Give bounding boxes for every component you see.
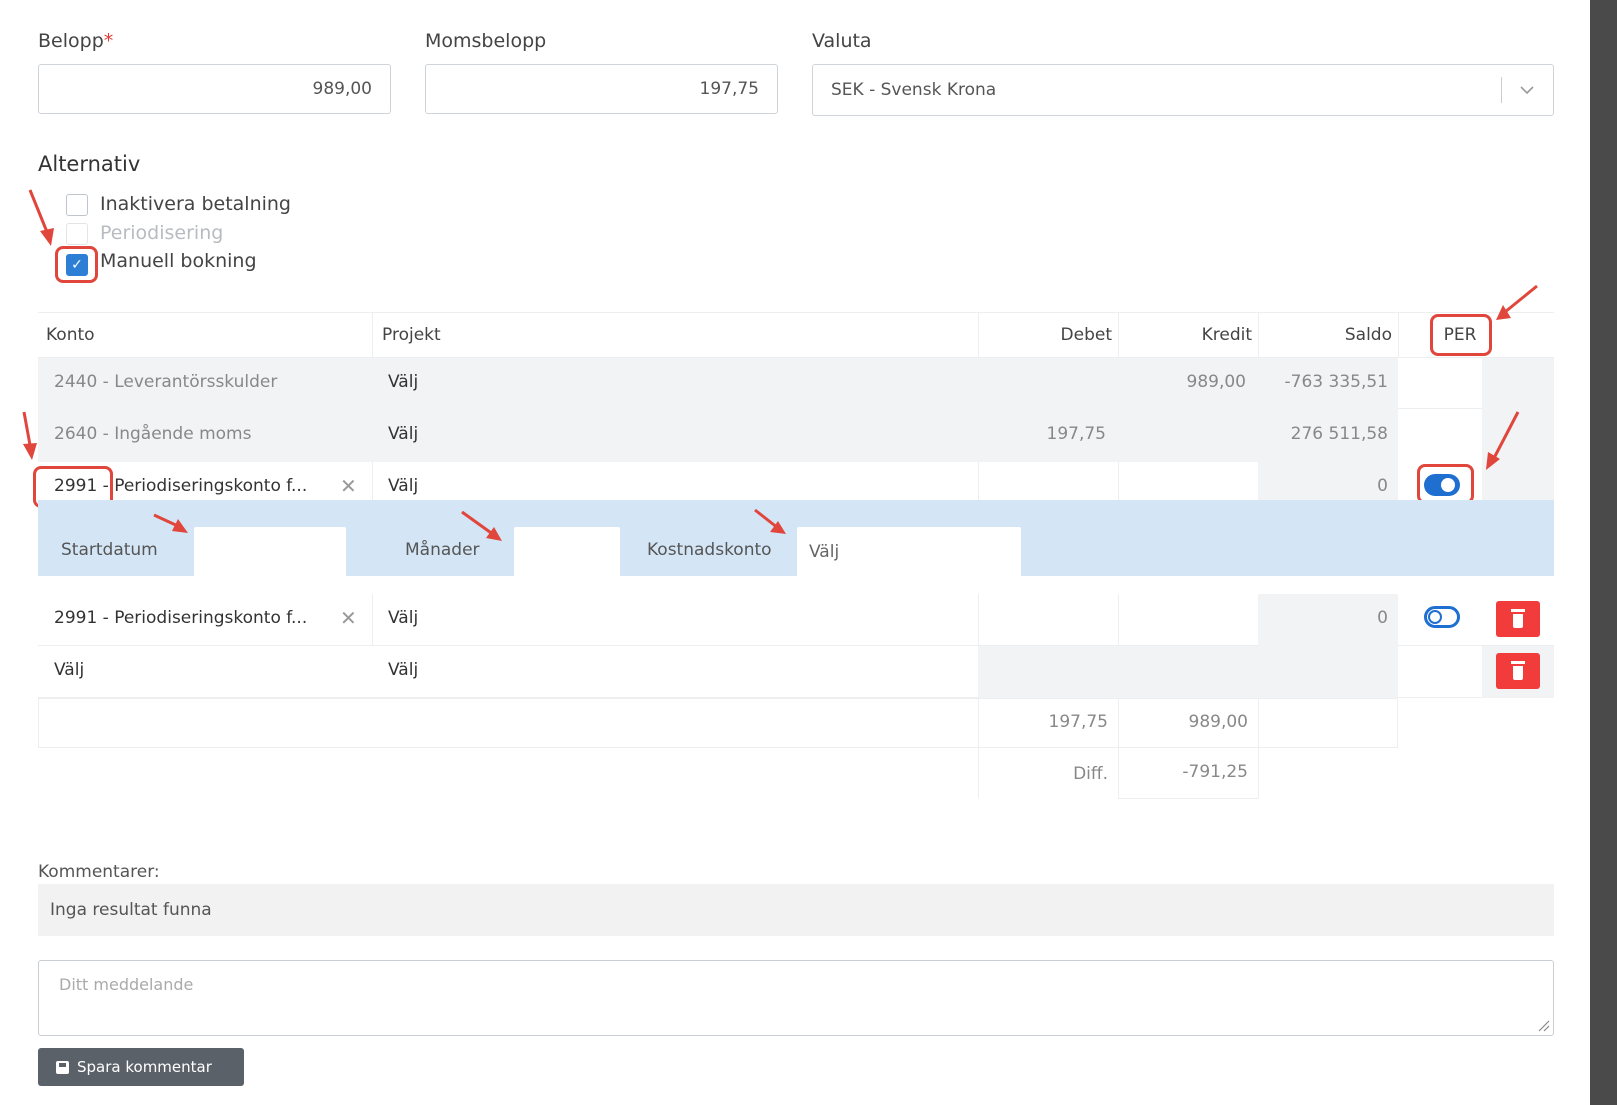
- annotation-arrow-icon: [22, 189, 1538, 541]
